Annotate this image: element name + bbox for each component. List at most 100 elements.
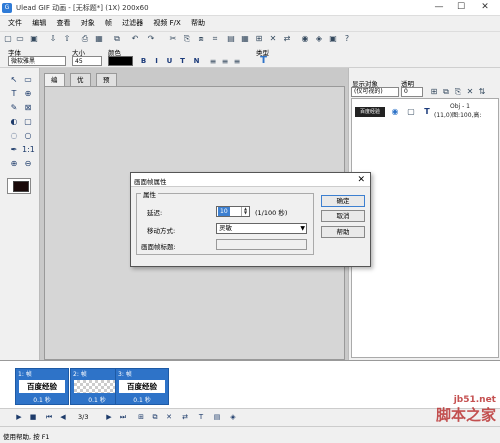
normal-button[interactable]: N [192, 56, 201, 66]
italic-button[interactable]: I [152, 56, 161, 66]
spinner-arrows-icon[interactable]: ▲ ▼ [241, 207, 249, 216]
zoom-in-tool-icon[interactable]: ⊕ [8, 158, 20, 169]
delete-icon[interactable]: ✕ [268, 34, 278, 44]
lock-icon[interactable]: ▢ [406, 107, 416, 117]
frame-properties-icon[interactable]: ▤ [226, 34, 236, 44]
menu-frame[interactable]: 帧 [105, 16, 112, 31]
menu-view[interactable]: 查看 [56, 16, 70, 31]
stop-icon[interactable]: ■ [28, 412, 38, 423]
add-frame-icon[interactable]: ⊞ [254, 34, 264, 44]
foreground-color[interactable] [13, 181, 29, 192]
strike-button[interactable]: T [178, 56, 187, 66]
next-frame-icon[interactable]: ▶ [104, 412, 114, 423]
optimize-frame-icon[interactable]: ◈ [228, 412, 238, 423]
opacity-input[interactable]: 0 [401, 87, 423, 97]
color-picker[interactable] [7, 178, 31, 194]
menu-object[interactable]: 对象 [81, 16, 95, 31]
paste-icon[interactable]: ⎘ [182, 34, 192, 44]
size-select[interactable]: 45 [72, 56, 102, 66]
menu-help[interactable]: 帮助 [191, 16, 205, 31]
pointer-tool-icon[interactable]: ↖ [8, 74, 20, 85]
menu-edit[interactable]: 编辑 [32, 16, 46, 31]
grid-icon[interactable]: ▦ [240, 34, 250, 44]
object-copy-icon[interactable]: ⧉ [441, 87, 451, 97]
object-delete-icon[interactable]: ✕ [465, 87, 475, 97]
underline-button[interactable]: U [165, 56, 174, 66]
delete-frame-icon[interactable]: ✕ [164, 412, 174, 423]
zoom-out-tool-icon[interactable]: ⊖ [22, 158, 34, 169]
duplicate-icon[interactable]: ⧈ [196, 34, 206, 44]
eye-icon[interactable]: ◉ [390, 107, 400, 117]
actual-size-tool-icon[interactable]: 1:1 [22, 144, 35, 155]
align-right-icon[interactable]: ≡ [232, 57, 242, 67]
menu-filter[interactable]: 过滤器 [122, 16, 143, 31]
open-file-icon[interactable]: ▭ [15, 34, 25, 44]
text-color-swatch[interactable] [108, 56, 133, 66]
new-file-icon[interactable]: ▢ [3, 34, 13, 44]
cut-icon[interactable]: ✂ [168, 34, 178, 44]
lasso-tool-icon[interactable]: ⊠ [22, 102, 34, 113]
print-icon[interactable]: ⎙ [80, 34, 90, 44]
eraser-tool-icon[interactable]: ◌ [8, 130, 20, 141]
brush-tool-icon[interactable]: ✎ [8, 102, 20, 113]
eyedropper-tool-icon[interactable]: ✒ [8, 144, 20, 155]
duplicate-frame-icon[interactable]: ⧉ [150, 412, 160, 423]
object-paste-icon[interactable]: ⎘ [453, 87, 463, 97]
help-button[interactable]: 帮助 [321, 226, 365, 238]
context-help-icon[interactable]: ? [342, 34, 352, 44]
object-move-icon[interactable]: ⇅ [477, 87, 487, 97]
image-icon[interactable]: ▦ [94, 34, 104, 44]
crop-icon[interactable]: ⌗ [210, 34, 220, 44]
dialog-close-icon[interactable]: ✕ [357, 174, 365, 186]
cancel-button[interactable]: 取消 [321, 210, 365, 222]
tab-edit[interactable]: 编辑 [44, 73, 65, 96]
chevron-down-icon[interactable]: ▼ [300, 224, 305, 233]
text-tool-icon[interactable]: T [8, 88, 20, 99]
menu-video-fx[interactable]: 视频 F/X [153, 16, 180, 31]
align-center-icon[interactable]: ≡ [220, 57, 230, 67]
last-frame-icon[interactable]: ⏭ [118, 412, 128, 423]
copy-icon[interactable]: ⧉ [112, 34, 122, 44]
disposal-method-select[interactable]: 灵敏 ▼ [216, 223, 307, 234]
align-left-icon[interactable]: ≡ [208, 57, 218, 67]
import-icon[interactable]: ⇩ [48, 34, 58, 44]
play-icon[interactable]: ▶ [14, 412, 24, 423]
frame-title-input[interactable] [216, 239, 307, 250]
previous-frame-icon[interactable]: ◀ [58, 412, 68, 423]
minimize-button[interactable]: — [430, 1, 448, 14]
maximize-button[interactable]: ☐ [452, 1, 470, 14]
object-row[interactable]: 百度经验 ◉ ▢ T Obj - 1 (11,0)图:100,高: [352, 101, 498, 123]
text-frame-icon[interactable]: T [196, 412, 206, 423]
frame-properties-button-icon[interactable]: ▤ [212, 412, 222, 423]
ellipse-tool-icon[interactable]: ○ [22, 130, 34, 141]
transform-tool-icon[interactable]: ⊕ [22, 88, 34, 99]
globe-icon[interactable]: ◉ [300, 34, 310, 44]
save-icon[interactable]: ▣ [29, 34, 39, 44]
frame-thumbnail[interactable]: 1: 帧 百度经验 0.1 秒 [15, 368, 69, 405]
select-tool-icon[interactable]: ▭ [22, 74, 34, 85]
delay-spinner[interactable]: 10 ▲ ▼ [216, 206, 250, 217]
first-frame-icon[interactable]: ⏮ [44, 412, 54, 423]
font-select[interactable]: 微软雅黑 [8, 56, 66, 66]
tween-frames-icon[interactable]: ⇄ [180, 412, 190, 423]
export-icon[interactable]: ⇧ [62, 34, 72, 44]
tab-preview[interactable]: 预览 [96, 73, 117, 96]
menu-file[interactable]: 文件 [8, 16, 22, 31]
undo-icon[interactable]: ↶ [130, 34, 140, 44]
object-add-icon[interactable]: ⊞ [429, 87, 439, 97]
add-frame-button-icon[interactable]: ⊞ [136, 412, 146, 423]
ok-button[interactable]: 确定 [321, 195, 365, 207]
text-type-icon[interactable]: T [259, 56, 268, 66]
effects-icon[interactable]: ◈ [314, 34, 324, 44]
tab-optimize[interactable]: 优化 [70, 73, 91, 96]
tween-icon[interactable]: ⇄ [282, 34, 292, 44]
bold-button[interactable]: B [139, 56, 148, 66]
redo-icon[interactable]: ↷ [146, 34, 156, 44]
display-objects-select[interactable]: (仅可视的) [351, 87, 399, 97]
rectangle-tool-icon[interactable]: ▢ [22, 116, 34, 127]
close-button[interactable]: ✕ [476, 1, 494, 14]
preview-icon[interactable]: ▣ [328, 34, 338, 44]
frame-thumbnail[interactable]: 3: 帧 百度经验 0.1 秒 [115, 368, 169, 405]
text-object-icon: T [424, 107, 430, 116]
fill-tool-icon[interactable]: ◐ [8, 116, 20, 127]
